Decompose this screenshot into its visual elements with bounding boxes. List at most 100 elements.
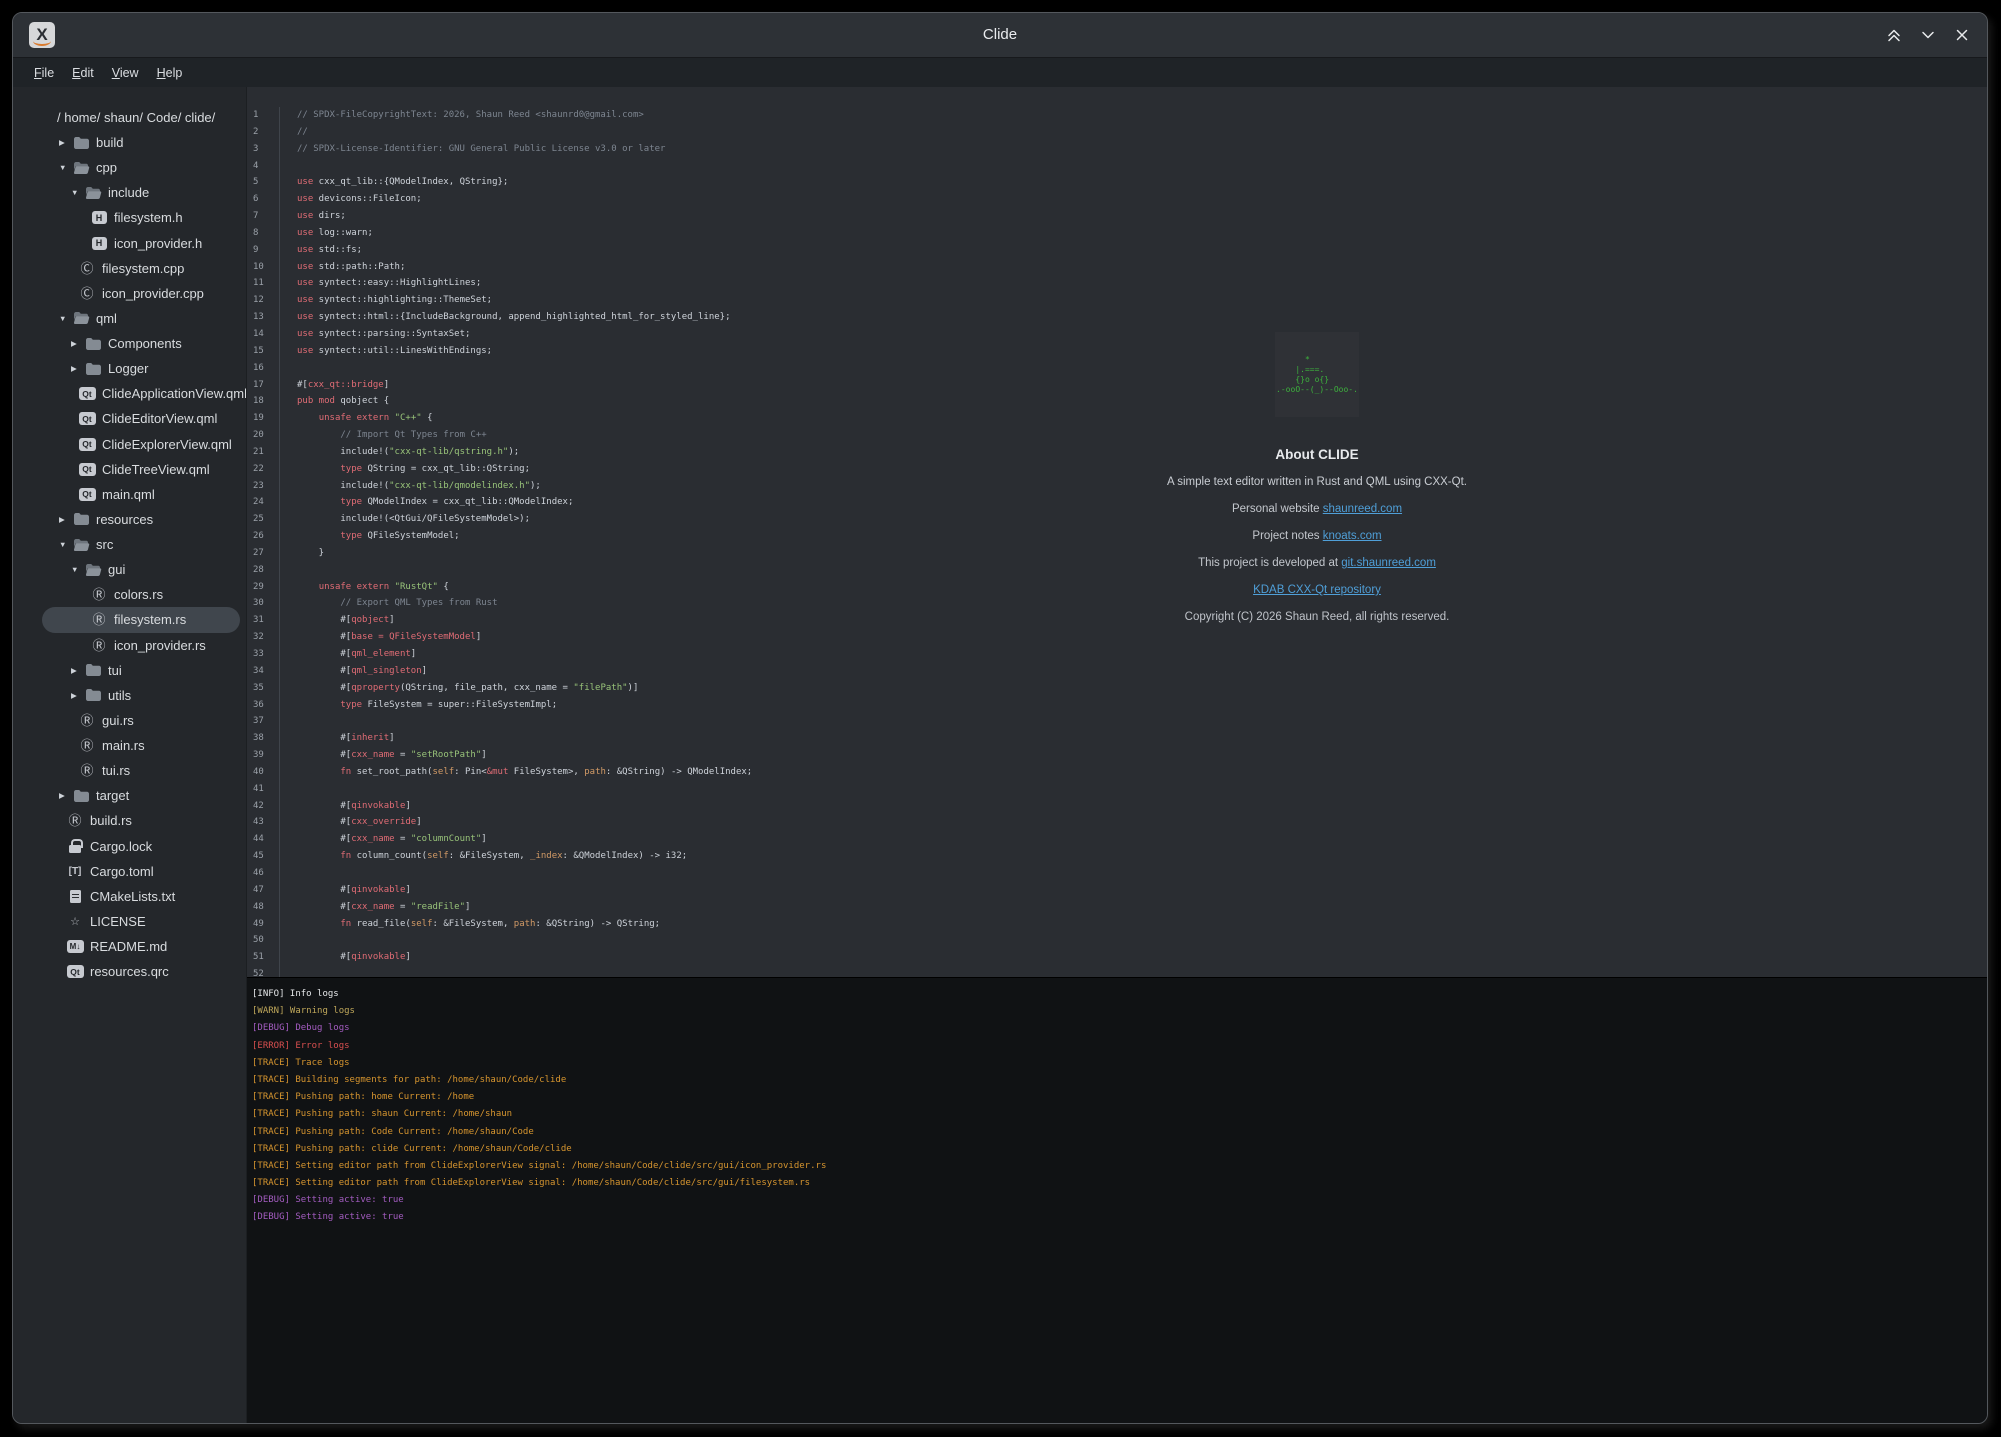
code-line-47[interactable]: 47 #[qinvokable] — [247, 882, 1987, 899]
code-line-34[interactable]: 34 #[qml_singleton] — [247, 663, 1987, 680]
code-line-45[interactable]: 45 fn column_count(self: &FileSystem, _i… — [247, 848, 1987, 865]
code-line-52[interactable]: 52 — [247, 966, 1987, 977]
code-line-31[interactable]: 31 #[qobject] — [247, 612, 1987, 629]
tree-item-filesystem-cpp[interactable]: Ⓒfilesystem.cpp — [42, 256, 240, 281]
code-line-32[interactable]: 32 #[base = QFileSystemModel] — [247, 629, 1987, 646]
tree-item-resources-qrc[interactable]: Qtresources.qrc — [42, 959, 240, 984]
tree-item-qml[interactable]: ▼qml — [42, 306, 240, 331]
code-line-9[interactable]: 9use std::fs; — [247, 242, 1987, 259]
code-line-48[interactable]: 48 #[cxx_name = "readFile"] — [247, 899, 1987, 916]
code-line-30[interactable]: 30 // Export QML Types from Rust — [247, 595, 1987, 612]
code-line-3[interactable]: 3// SPDX-License-Identifier: GNU General… — [247, 141, 1987, 158]
titlebar[interactable]: X Clide — [13, 13, 1987, 57]
code-line-1[interactable]: 1// SPDX-FileCopyrightText: 2026, Shaun … — [247, 107, 1987, 124]
code-line-14[interactable]: 14use syntect::parsing::SyntaxSet; — [247, 326, 1987, 343]
code-line-46[interactable]: 46 — [247, 865, 1987, 882]
tree-item-filesystem-rs[interactable]: Ⓡfilesystem.rs — [42, 607, 240, 632]
code-line-24[interactable]: 24 type QModelIndex = cxx_qt_lib::QModel… — [247, 494, 1987, 511]
tree-item-gui[interactable]: ▼gui — [42, 557, 240, 582]
about-link-0[interactable]: shaunreed.com — [1323, 503, 1402, 515]
tree-item-tui-rs[interactable]: Ⓡtui.rs — [42, 758, 240, 783]
about-link-1[interactable]: knoats.com — [1323, 530, 1382, 542]
tree-item-main-rs[interactable]: Ⓡmain.rs — [42, 733, 240, 758]
code-line-17[interactable]: 17#[cxx_qt::bridge] — [247, 377, 1987, 394]
code-line-11[interactable]: 11use syntect::easy::HighlightLines; — [247, 275, 1987, 292]
tree-item-src[interactable]: ▼src — [42, 532, 240, 557]
tree-item-icon-provider-rs[interactable]: Ⓡicon_provider.rs — [42, 633, 240, 658]
code-line-33[interactable]: 33 #[qml_element] — [247, 646, 1987, 663]
tree-item-logger[interactable]: ▶Logger — [42, 356, 240, 381]
code-line-21[interactable]: 21 include!("cxx-qt-lib/qstring.h"); — [247, 444, 1987, 461]
code-line-10[interactable]: 10use std::path::Path; — [247, 259, 1987, 276]
code-line-49[interactable]: 49 fn read_file(self: &FileSystem, path:… — [247, 916, 1987, 933]
tree-item-clideeditorview-qml[interactable]: QtClideEditorView.qml — [42, 406, 240, 431]
menu-item-help[interactable]: Help — [148, 63, 192, 83]
code-line-44[interactable]: 44 #[cxx_name = "columnCount"] — [247, 831, 1987, 848]
code-line-40[interactable]: 40 fn set_root_path(self: Pin<&mut FileS… — [247, 764, 1987, 781]
tree-item-cargo-lock[interactable]: Cargo.lock — [42, 834, 240, 859]
code-line-37[interactable]: 37 — [247, 713, 1987, 730]
code-line-23[interactable]: 23 include!("cxx-qt-lib/qmodelindex.h"); — [247, 478, 1987, 495]
tree-item-icon-provider-h[interactable]: Hicon_provider.h — [42, 231, 240, 256]
code-line-29[interactable]: 29 unsafe extern "RustQt" { — [247, 579, 1987, 596]
code-line-39[interactable]: 39 #[cxx_name = "setRootPath"] — [247, 747, 1987, 764]
code-line-28[interactable]: 28 — [247, 562, 1987, 579]
tree-item-main-qml[interactable]: Qtmain.qml — [42, 482, 240, 507]
code-line-6[interactable]: 6use devicons::FileIcon; — [247, 191, 1987, 208]
code-line-25[interactable]: 25 include!(<QtGui/QFileSystemModel>); — [247, 511, 1987, 528]
code-line-22[interactable]: 22 type QString = cxx_qt_lib::QString; — [247, 461, 1987, 478]
code-line-41[interactable]: 41 — [247, 781, 1987, 798]
minimize-button[interactable] — [1917, 24, 1939, 46]
code-line-36[interactable]: 36 type FileSystem = super::FileSystemIm… — [247, 697, 1987, 714]
code-line-35[interactable]: 35 #[qproperty(QString, file_path, cxx_n… — [247, 680, 1987, 697]
tree-item-resources[interactable]: ▶resources — [42, 507, 240, 532]
tree-item-components[interactable]: ▶Components — [42, 331, 240, 356]
tree-item-build-rs[interactable]: Ⓡbuild.rs — [42, 808, 240, 833]
code-line-13[interactable]: 13use syntect::html::{IncludeBackground,… — [247, 309, 1987, 326]
code-line-5[interactable]: 5use cxx_qt_lib::{QModelIndex, QString}; — [247, 174, 1987, 191]
tree-item-icon-provider-cpp[interactable]: Ⓒicon_provider.cpp — [42, 281, 240, 306]
code-line-38[interactable]: 38 #[inherit] — [247, 730, 1987, 747]
tree-item-tui[interactable]: ▶tui — [42, 658, 240, 683]
code-line-8[interactable]: 8use log::warn; — [247, 225, 1987, 242]
tree-item-filesystem-h[interactable]: Hfilesystem.h — [42, 205, 240, 230]
tree-item-clidetreeview-qml[interactable]: QtClideTreeView.qml — [42, 457, 240, 482]
code-line-4[interactable]: 4 — [247, 158, 1987, 175]
tree-item-readme-md[interactable]: M↓README.md — [42, 934, 240, 959]
tree-item-clideexplorerview-qml[interactable]: QtClideExplorerView.qml — [42, 432, 240, 457]
tree-item-target[interactable]: ▶target — [42, 783, 240, 808]
about-link-3[interactable]: KDAB CXX-Qt repository — [1253, 584, 1381, 596]
code-line-26[interactable]: 26 type QFileSystemModel; — [247, 528, 1987, 545]
menu-item-view[interactable]: View — [103, 63, 148, 83]
file-explorer-sidebar[interactable]: / home/ shaun/ Code/ clide/ ▶build▼cpp▼i… — [13, 87, 246, 1423]
code-line-2[interactable]: 2// — [247, 124, 1987, 141]
menu-item-file[interactable]: File — [25, 63, 63, 83]
code-editor[interactable]: 1// SPDX-FileCopyrightText: 2026, Shaun … — [247, 87, 1987, 977]
code-line-19[interactable]: 19 unsafe extern "C++" { — [247, 410, 1987, 427]
log-console[interactable]: [INFO] Info logs[WARN] Warning logs[DEBU… — [247, 977, 1987, 1423]
tree-item-clideapplicationview-qml[interactable]: QtClideApplicationView.qml — [42, 381, 240, 406]
code-line-42[interactable]: 42 #[qinvokable] — [247, 798, 1987, 815]
close-button[interactable] — [1951, 24, 1973, 46]
code-line-12[interactable]: 12use syntect::highlighting::ThemeSet; — [247, 292, 1987, 309]
tree-item-cargo-toml[interactable]: [T]Cargo.toml — [42, 859, 240, 884]
code-line-51[interactable]: 51 #[qinvokable] — [247, 949, 1987, 966]
menu-item-edit[interactable]: Edit — [63, 63, 103, 83]
code-line-15[interactable]: 15use syntect::util::LinesWithEndings; — [247, 343, 1987, 360]
tree-item-include[interactable]: ▼include — [42, 180, 240, 205]
about-link-2[interactable]: git.shaunreed.com — [1341, 557, 1436, 569]
code-line-27[interactable]: 27 } — [247, 545, 1987, 562]
code-line-16[interactable]: 16 — [247, 360, 1987, 377]
shade-button[interactable] — [1883, 24, 1905, 46]
code-line-43[interactable]: 43 #[cxx_override] — [247, 814, 1987, 831]
code-line-20[interactable]: 20 // Import Qt Types from C++ — [247, 427, 1987, 444]
tree-item-cpp[interactable]: ▼cpp — [42, 155, 240, 180]
tree-item-gui-rs[interactable]: Ⓡgui.rs — [42, 708, 240, 733]
code-line-18[interactable]: 18pub mod qobject { — [247, 393, 1987, 410]
code-line-7[interactable]: 7use dirs; — [247, 208, 1987, 225]
tree-item-cmakelists-txt[interactable]: CMakeLists.txt — [42, 884, 240, 909]
code-line-50[interactable]: 50 — [247, 932, 1987, 949]
tree-item-colors-rs[interactable]: Ⓡcolors.rs — [42, 582, 240, 607]
tree-item-utils[interactable]: ▶utils — [42, 683, 240, 708]
tree-item-build[interactable]: ▶build — [42, 130, 240, 155]
